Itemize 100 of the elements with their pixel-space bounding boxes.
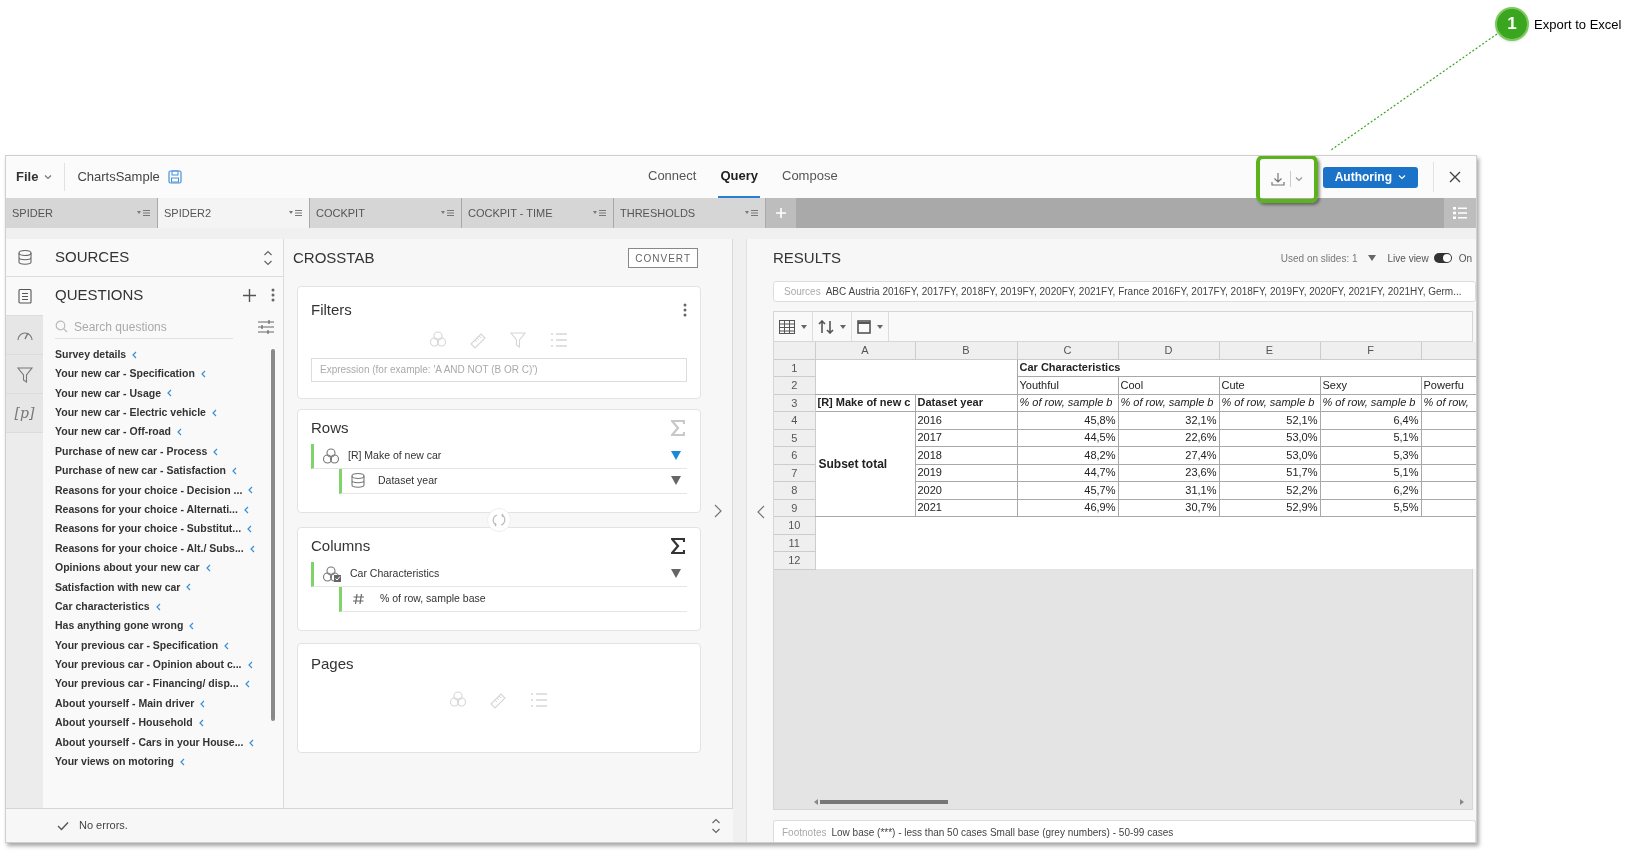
table-cell: Dataset year — [915, 394, 1017, 412]
expand-icon — [198, 719, 204, 728]
question-item[interactable]: Survey details — [55, 345, 271, 365]
table-cell: 48,2% — [1017, 446, 1118, 464]
axis-item[interactable]: % of row, sample base — [339, 586, 687, 612]
question-item[interactable]: Your new car - Off-road — [55, 422, 271, 442]
filter-icon[interactable] — [671, 451, 681, 460]
dropdown-icon[interactable] — [1367, 255, 1376, 261]
filter-icon[interactable] — [671, 476, 681, 485]
question-item[interactable]: Your new car - Specification — [55, 364, 271, 384]
column-header[interactable]: B — [915, 342, 1017, 359]
nav-tab[interactable]: Connect — [646, 156, 699, 198]
expand-icon — [247, 660, 253, 669]
nav-tab[interactable]: Compose — [780, 156, 840, 198]
more-icon[interactable] — [683, 303, 687, 318]
question-item[interactable]: Your views on motoring — [55, 752, 271, 772]
footnotes-label: Footnotes — [782, 826, 827, 840]
sheet-tab[interactable]: SPIDER2 — [158, 198, 309, 228]
table-cell: % of row, sample b — [1017, 394, 1118, 412]
column-header[interactable]: D — [1118, 342, 1219, 359]
save-icon[interactable] — [167, 170, 182, 184]
table-cell: Powerfu — [1421, 376, 1476, 394]
question-item[interactable]: Your previous car - Financing/ disp... — [55, 674, 271, 695]
expand-icon — [200, 699, 206, 708]
sheet-tab[interactable]: COCKPIT - TIME — [462, 198, 613, 228]
column-header[interactable]: C — [1017, 342, 1118, 359]
expand-icon — [205, 564, 211, 572]
search-field[interactable]: Search questions — [74, 317, 224, 336]
live-view-toggle[interactable] — [1433, 253, 1452, 263]
file-menu[interactable]: File — [6, 163, 66, 191]
sheet-tab[interactable]: SPIDER — [6, 198, 157, 228]
question-item[interactable]: About yourself - Main driver — [55, 694, 271, 714]
axis-item[interactable]: [R] Make of new car — [311, 443, 687, 469]
column-header[interactable]: A — [815, 342, 915, 359]
table-cell: 51,7% — [1219, 464, 1320, 482]
grid-variable-icon — [322, 564, 342, 583]
question-item[interactable]: Your new car - Usage — [55, 383, 271, 404]
rail-tab[interactable]: [p] — [6, 394, 43, 433]
tab-menu-icon — [289, 209, 303, 217]
results-title: RESULTS — [773, 247, 842, 268]
axis-item[interactable]: Car Characteristics — [311, 561, 687, 587]
more-icon[interactable] — [271, 288, 275, 302]
clipboard-icon — [17, 288, 32, 304]
question-item[interactable]: Has anything gone wrong — [55, 616, 271, 636]
sheet-tab[interactable]: COCKPIT — [310, 198, 461, 228]
table-cell: 5,1% — [1320, 429, 1421, 447]
table-cell: 52,9% — [1219, 499, 1320, 517]
expand-right-icon[interactable] — [714, 504, 722, 518]
sheet-tab[interactable]: THRESHOLDS — [614, 198, 765, 228]
filter-icon[interactable] — [671, 569, 681, 578]
table-cell: [R] Make of new c — [815, 394, 915, 412]
horizontal-scrollbar[interactable] — [814, 799, 1464, 805]
expand-collapse-icon[interactable] — [711, 817, 721, 834]
sources-field[interactable]: Sources ABC Austria 2016FY, 2017FY, 2018FY, 2019FY, 2020FY, 2021FY, France 2016FY, 2017FY, 2018FY, 2019FY, 2020FY, 2021FY, 2021HY, Germ... — [773, 281, 1476, 302]
plus-icon — [775, 207, 787, 219]
expand-icon — [249, 738, 255, 747]
question-item[interactable]: Reasons for your choice - Decision ... — [55, 480, 271, 501]
table-cell: 5,3% — [1320, 446, 1421, 464]
filter-icon — [15, 365, 34, 383]
question-item[interactable]: Your previous car - Specification — [55, 635, 271, 656]
question-item[interactable]: Reasons for your choice - Alternati... — [55, 500, 271, 520]
add-icon[interactable] — [242, 287, 257, 303]
question-item[interactable]: Satisfaction with new car — [55, 577, 271, 598]
sources-header[interactable]: SOURCES — [6, 239, 283, 277]
table-cell: 2017 — [915, 429, 1017, 447]
question-item[interactable]: Your new car - Electric vehicle — [55, 403, 271, 423]
authoring-button[interactable]: Authoring — [1322, 166, 1418, 188]
question-item[interactable]: Purchase of new car - Satisfaction — [55, 461, 271, 481]
question-item[interactable]: Car characteristics — [55, 597, 271, 617]
dropdown-icon — [877, 324, 883, 329]
column-header[interactable]: F — [1320, 342, 1421, 359]
sigma-icon[interactable] — [671, 538, 685, 555]
question-item[interactable]: Your previous car - Opinion about c... — [55, 655, 271, 675]
caret-icon — [1398, 174, 1406, 180]
scrollbar[interactable] — [271, 349, 275, 721]
search-icon — [55, 320, 68, 333]
table-cell: 53,0% — [1219, 429, 1320, 447]
table-cell: 5,5% — [1320, 499, 1421, 517]
column-header[interactable]: E — [1219, 342, 1320, 359]
question-item[interactable]: Opinions about your new car — [55, 558, 271, 578]
question-item[interactable]: Reasons for your choice - Substitut... — [55, 519, 271, 539]
question-item[interactable]: About yourself - Household — [55, 713, 271, 733]
live-view-state: On — [1458, 251, 1472, 266]
table-cell: 46,9% — [1017, 499, 1118, 517]
expand-icon — [248, 486, 254, 495]
expand-icon — [243, 505, 249, 514]
table-cell: 2018 — [915, 446, 1017, 464]
table-cell: % of row, sample b — [1118, 394, 1219, 412]
expand-icon — [167, 389, 172, 398]
table-cell: 6,2% — [1320, 481, 1421, 499]
question-item[interactable]: Purchase of new car - Process — [55, 441, 271, 462]
collapse-left-icon[interactable] — [757, 505, 765, 519]
table-cell: Car Characteristics — [1017, 359, 1219, 377]
convert-button[interactable]: CONVERT — [628, 248, 698, 268]
question-item[interactable]: Reasons for your choice - Alt./ Subs... — [55, 538, 271, 559]
axis-item[interactable]: Dataset year — [339, 468, 687, 494]
sliders-icon[interactable] — [257, 319, 275, 335]
expression-field[interactable]: Expression (for example: 'A AND NOT (B OR C)') — [311, 357, 687, 382]
variables-icon — [322, 446, 340, 465]
question-item[interactable]: About yourself - Cars in your House... — [55, 732, 271, 753]
